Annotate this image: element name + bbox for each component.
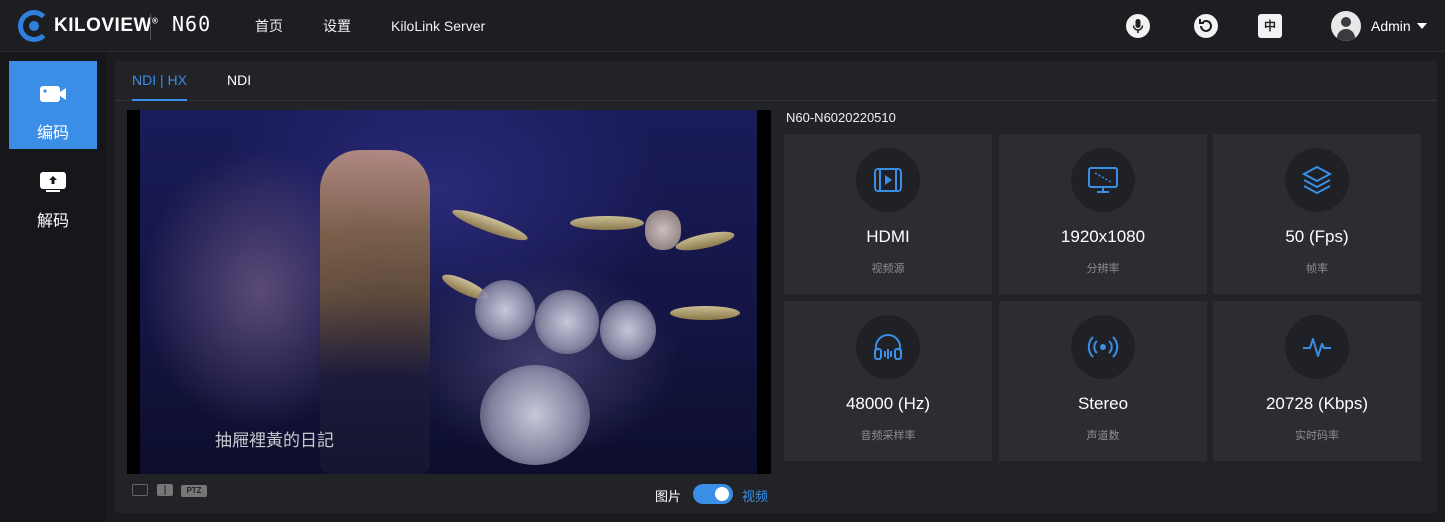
avatar-head	[1341, 17, 1351, 27]
icon-circle	[1071, 148, 1135, 212]
avatar[interactable]	[1331, 11, 1361, 41]
top-bar: KILOVIEW® N60 首页 设置 KiloLink Server 中 Ad…	[0, 0, 1445, 52]
video-caption: 抽屜裡黃的日記	[215, 431, 334, 451]
drummer-head	[645, 210, 681, 250]
sidebar: 编码 解码	[0, 52, 106, 522]
brand-reg-mark: ®	[151, 16, 159, 26]
stat-card-channels: Stereo 声道数	[999, 301, 1207, 461]
icon-circle	[856, 315, 920, 379]
stat-label: 实时码率	[1295, 430, 1339, 442]
main-area: NDI | HX NDI 抽屜裡黃的日記 PTZ 图片 视频 N60-N6020…	[106, 52, 1445, 522]
refresh-icon[interactable]	[1194, 14, 1218, 38]
stat-value: 20728 (Kbps)	[1265, 394, 1369, 413]
icon-circle	[1285, 315, 1349, 379]
stat-label: 视频源	[871, 263, 905, 275]
drum	[475, 280, 535, 340]
video-source-icon	[874, 168, 902, 192]
picture-mode-label[interactable]: 图片	[655, 486, 681, 505]
sidebar-item-label: 编码	[36, 125, 69, 142]
picture-video-toggle[interactable]	[693, 484, 733, 504]
video-preview[interactable]: 抽屜裡黃的日記	[127, 110, 771, 474]
stat-card-frame-rate: 50 (Fps) 帧率	[1213, 134, 1421, 294]
camera-icon	[40, 86, 66, 102]
stat-card-video-source: HDMI 视频源	[784, 134, 992, 294]
stat-label: 帧率	[1306, 263, 1328, 275]
icon-circle	[1071, 315, 1135, 379]
topbar-divider	[150, 14, 151, 40]
upload-monitor-icon	[40, 172, 66, 192]
video-frame: 抽屜裡黃的日記	[140, 110, 757, 474]
chevron-down-icon[interactable]	[1417, 23, 1427, 29]
stat-label: 声道数	[1086, 430, 1120, 442]
stat-label: 音频采样率	[860, 430, 916, 442]
stat-card-resolution: 1920x1080 分辨率	[999, 134, 1207, 294]
grid-view-icon[interactable]	[157, 484, 173, 496]
icon-circle	[856, 148, 920, 212]
bass-drum	[480, 365, 590, 465]
sidebar-item-label: 解码	[36, 213, 69, 230]
headphones-icon	[874, 334, 902, 360]
nav-kilolink-server[interactable]: KiloLink Server	[391, 0, 485, 52]
stat-value: 50 (Fps)	[1285, 227, 1349, 246]
stat-value: 1920x1080	[1060, 227, 1146, 246]
singer	[320, 150, 430, 474]
nav-home[interactable]: 首页	[255, 0, 283, 52]
video-mode-label[interactable]: 视频	[742, 486, 768, 505]
stat-value: 48000 (Hz)	[845, 394, 931, 413]
single-view-icon[interactable]	[132, 484, 148, 496]
ptz-button[interactable]: PTZ	[181, 485, 207, 497]
cymbal	[450, 204, 530, 246]
icon-circle	[1285, 148, 1349, 212]
stat-value: Stereo	[1077, 394, 1129, 413]
sidebar-item-decode[interactable]: 解码	[9, 149, 97, 237]
kiloview-logo[interactable]: KILOVIEW®	[18, 8, 158, 44]
tab-bar: NDI | HX NDI	[115, 61, 1437, 101]
active-tab-underline	[132, 99, 187, 101]
broadcast-icon	[1087, 336, 1119, 358]
cymbal	[670, 306, 740, 320]
language-label: 中	[1263, 19, 1276, 33]
layers-icon	[1301, 165, 1333, 195]
brand-name: KILOVIEW®	[54, 15, 158, 37]
language-switch-button[interactable]: 中	[1258, 14, 1282, 38]
brand-name-text: KILOVIEW	[54, 15, 152, 36]
stat-value: HDMI	[866, 227, 910, 246]
cymbal	[674, 227, 736, 255]
avatar-body	[1337, 29, 1355, 41]
tab-ndi-hx[interactable]: NDI | HX	[132, 72, 187, 88]
user-name[interactable]: Admin	[1371, 0, 1411, 52]
stat-card-bitrate: 20728 (Kbps) 实时码率	[1213, 301, 1421, 461]
cymbal	[570, 216, 644, 230]
monitor-icon	[1088, 167, 1118, 193]
tab-ndi[interactable]: NDI	[227, 72, 251, 88]
stat-card-audio-sample-rate: 48000 (Hz) 音频采样率	[784, 301, 992, 461]
device-name: N60-N6020220510	[786, 110, 896, 125]
pulse-icon	[1303, 338, 1331, 357]
stat-label: 分辨率	[1086, 263, 1120, 275]
sidebar-item-encode[interactable]: 编码	[9, 61, 97, 149]
drum	[600, 300, 656, 360]
microphone-icon[interactable]	[1126, 14, 1150, 38]
drum	[535, 290, 599, 354]
logo-mark-icon	[18, 10, 50, 42]
nav-settings[interactable]: 设置	[323, 0, 351, 52]
encode-panel: NDI | HX NDI 抽屜裡黃的日記 PTZ 图片 视频 N60-N6020…	[115, 61, 1437, 513]
model-name: N60	[172, 12, 212, 36]
